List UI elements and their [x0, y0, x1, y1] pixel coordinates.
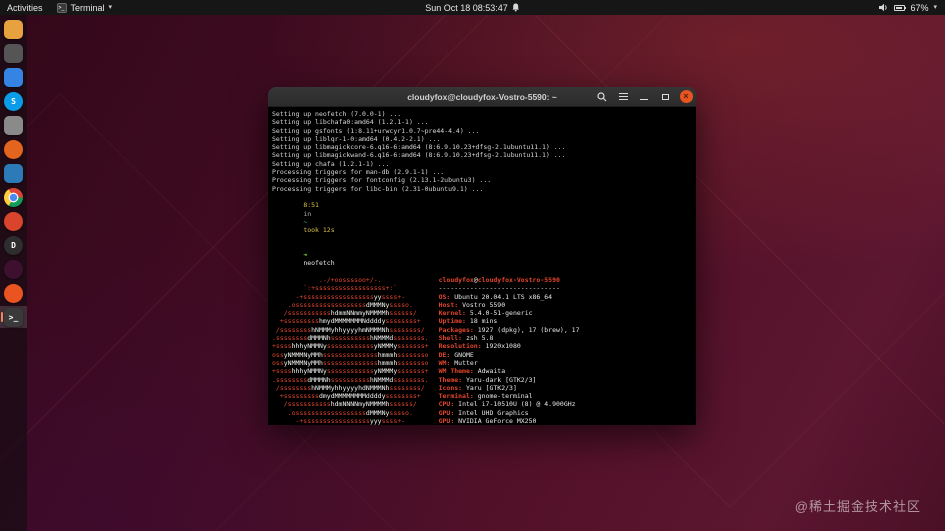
close-button[interactable]: ×: [679, 90, 693, 104]
activities-button[interactable]: Activities: [0, 0, 50, 15]
dock-icon-app-gray[interactable]: [0, 42, 27, 64]
dock: S D >_: [0, 15, 27, 531]
dock-icon-ubuntu-software[interactable]: [0, 282, 27, 304]
volume-icon: [879, 3, 888, 12]
menu-button[interactable]: [616, 90, 630, 104]
command-line: ➜ neofetch: [272, 243, 694, 276]
dock-icon-app-dark-purple[interactable]: [0, 258, 27, 280]
neofetch-ascii-art: .-/+oossssoo+/-. `:+ssssssssssssssssss+:…: [272, 275, 429, 425]
command-text: neofetch: [303, 259, 335, 268]
maximize-button[interactable]: [658, 90, 672, 104]
top-bar: Activities >_ Terminal ▾ Sun Oct 18 08:5…: [0, 0, 945, 15]
prompt-time: 8:51: [303, 201, 319, 210]
minimize-button[interactable]: [637, 90, 651, 104]
terminal-content[interactable]: Setting up neofetch (7.0.0-1) ... Settin…: [268, 107, 696, 425]
neofetch-output: .-/+oossssoo+/-. `:+ssssssssssssssssss+:…: [272, 276, 694, 425]
dock-icon-skype[interactable]: S: [0, 90, 27, 112]
chrome-app-icon: [4, 187, 23, 207]
prompt-arrow: ➜: [303, 251, 308, 260]
dock-icon-chrome[interactable]: [0, 186, 27, 208]
window-title: cloudyfox@cloudyfox-Vostro-5590: ~: [407, 91, 557, 102]
dock-items: S D >_: [0, 18, 27, 330]
app-d-app-icon: D: [4, 235, 23, 255]
dock-icon-firefox[interactable]: [0, 138, 27, 160]
terminal-window: cloudyfox@cloudyfox-Vostro-5590: ~ × Set…: [268, 87, 696, 425]
apt-output: Setting up neofetch (7.0.0-1) ... Settin…: [272, 110, 566, 193]
dock-icon-app-d[interactable]: D: [0, 234, 27, 256]
close-icon: ×: [679, 90, 693, 103]
firefox-app-icon: [4, 139, 23, 159]
prompt-line-1: 8:51 in ~ took 12s: [272, 193, 694, 243]
app-blue-app-icon: [4, 67, 23, 87]
dock-icon-files[interactable]: [0, 18, 27, 40]
prompt-sep: in: [303, 209, 312, 218]
search-icon: [597, 91, 607, 101]
app-menu-label: Terminal: [70, 2, 105, 13]
maximize-icon: [661, 93, 669, 100]
dock-icon-app-orange[interactable]: [0, 210, 27, 232]
app-menu-button[interactable]: >_ Terminal ▾: [50, 0, 120, 15]
search-button[interactable]: [595, 90, 609, 104]
chevron-down-icon: ▾: [108, 4, 113, 11]
desktop: @稀土掘金技术社区 Activities >_ Terminal ▾ Sun O…: [0, 0, 945, 531]
system-tray[interactable]: 67% ▾: [871, 0, 945, 15]
app-dark-purple-app-icon: [4, 259, 23, 279]
dock-icon-vscode[interactable]: [0, 162, 27, 184]
skype-app-icon: S: [4, 91, 23, 111]
terminal-app-icon: >_: [4, 307, 23, 327]
ubuntu-software-app-icon: [4, 283, 23, 303]
image-viewer-app-icon: [4, 115, 23, 135]
neofetch-info: cloudyfox@cloudyfox-Vostro-5590 --------…: [439, 276, 580, 425]
hamburger-icon: [618, 93, 628, 100]
app-gray-app-icon: [4, 43, 23, 63]
chevron-down-icon: ▾: [933, 4, 937, 11]
battery-icon: [894, 4, 907, 11]
minimize-icon: [640, 99, 648, 100]
prompt-took: took 12s: [303, 226, 335, 235]
prompt-path: ~: [303, 217, 308, 226]
dock-icon-terminal[interactable]: >_: [0, 306, 27, 328]
files-app-icon: [4, 19, 23, 39]
bell-icon: [512, 3, 519, 12]
app-orange-app-icon: [4, 211, 23, 231]
dock-icon-app-blue[interactable]: [0, 66, 27, 88]
terminal-app-icon: >_: [56, 2, 67, 13]
clock-label: Sun Oct 18 08:53:47: [425, 2, 508, 13]
window-controls: ×: [595, 87, 693, 106]
vscode-app-icon: [4, 163, 23, 183]
clock-button[interactable]: Sun Oct 18 08:53:47: [425, 0, 520, 15]
dock-icon-image-viewer[interactable]: [0, 114, 27, 136]
battery-percent: 67%: [910, 2, 929, 13]
titlebar[interactable]: cloudyfox@cloudyfox-Vostro-5590: ~ ×: [268, 87, 696, 107]
watermark-text: @稀土掘金技术社区: [794, 499, 921, 514]
